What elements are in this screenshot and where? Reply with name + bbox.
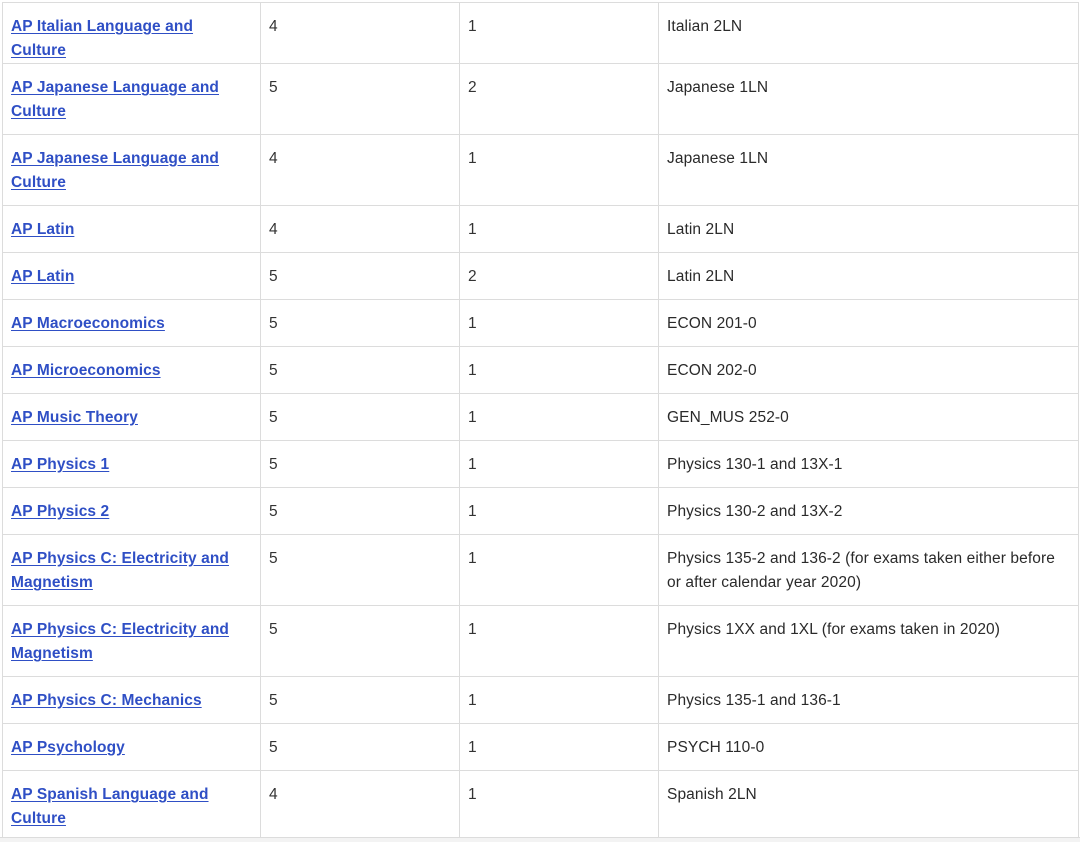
credits-cell: 2 bbox=[459, 63, 659, 135]
equivalent-cell: Japanese 1LN bbox=[658, 134, 1079, 206]
table-row: AP Japanese Language and Culture 4 1 Jap… bbox=[2, 134, 1079, 206]
table-bottom-edge bbox=[0, 837, 1080, 842]
score-cell: 4 bbox=[260, 2, 460, 64]
credits-cell: 1 bbox=[459, 770, 659, 842]
equivalent-cell: PSYCH 110-0 bbox=[658, 723, 1079, 771]
table-row: AP Psychology 5 1 PSYCH 110-0 bbox=[2, 723, 1079, 771]
credits-cell: 1 bbox=[459, 134, 659, 206]
exam-cell: AP Italian Language and Culture bbox=[2, 2, 261, 64]
equivalent-cell: GEN_MUS 252-0 bbox=[658, 393, 1079, 441]
exam-link[interactable]: AP Macroeconomics bbox=[11, 315, 165, 332]
exam-cell: AP Psychology bbox=[2, 723, 261, 771]
credits-cell: 1 bbox=[459, 346, 659, 394]
score-cell: 5 bbox=[260, 723, 460, 771]
table-row: AP Japanese Language and Culture 5 2 Jap… bbox=[2, 63, 1079, 135]
equivalent-cell: Physics 135-2 and 136-2 (for exams taken… bbox=[658, 534, 1079, 606]
exam-cell: AP Latin bbox=[2, 252, 261, 300]
credit-table-container: AP Italian Language and Culture 4 1 Ital… bbox=[2, 2, 1079, 842]
exam-cell: AP Macroeconomics bbox=[2, 299, 261, 347]
table-row: AP Italian Language and Culture 4 1 Ital… bbox=[2, 2, 1079, 64]
credits-cell: 1 bbox=[459, 534, 659, 606]
table-row: AP Spanish Language and Culture 4 1 Span… bbox=[2, 770, 1079, 842]
score-cell: 4 bbox=[260, 205, 460, 253]
equivalent-cell: Latin 2LN bbox=[658, 252, 1079, 300]
exam-cell: AP Music Theory bbox=[2, 393, 261, 441]
table-row: AP Microeconomics 5 1 ECON 202-0 bbox=[2, 346, 1079, 394]
exam-cell: AP Physics 1 bbox=[2, 440, 261, 488]
credits-cell: 1 bbox=[459, 676, 659, 724]
equivalent-cell: ECON 202-0 bbox=[658, 346, 1079, 394]
exam-cell: AP Physics C: Electricity and Magnetism bbox=[2, 534, 261, 606]
exam-link[interactable]: AP Physics 2 bbox=[11, 503, 109, 520]
exam-cell: AP Physics C: Mechanics bbox=[2, 676, 261, 724]
score-cell: 5 bbox=[260, 605, 460, 677]
credits-cell: 1 bbox=[459, 605, 659, 677]
exam-link[interactable]: AP Japanese Language and Culture bbox=[11, 150, 219, 191]
exam-link[interactable]: AP Italian Language and Culture bbox=[11, 18, 193, 59]
equivalent-cell: Spanish 2LN bbox=[658, 770, 1079, 842]
score-cell: 5 bbox=[260, 346, 460, 394]
equivalent-cell: Italian 2LN bbox=[658, 2, 1079, 64]
equivalent-cell: Latin 2LN bbox=[658, 205, 1079, 253]
score-cell: 4 bbox=[260, 770, 460, 842]
table-row: AP Physics C: Electricity and Magnetism … bbox=[2, 534, 1079, 606]
credits-cell: 1 bbox=[459, 299, 659, 347]
exam-cell: AP Japanese Language and Culture bbox=[2, 63, 261, 135]
table-row: AP Macroeconomics 5 1 ECON 201-0 bbox=[2, 299, 1079, 347]
exam-link[interactable]: AP Spanish Language and Culture bbox=[11, 786, 209, 827]
score-cell: 5 bbox=[260, 487, 460, 535]
table-row: AP Music Theory 5 1 GEN_MUS 252-0 bbox=[2, 393, 1079, 441]
exam-link[interactable]: AP Physics C: Electricity and Magnetism bbox=[11, 621, 229, 662]
exam-cell: AP Spanish Language and Culture bbox=[2, 770, 261, 842]
exam-link[interactable]: AP Latin bbox=[11, 268, 74, 285]
equivalent-cell: Physics 130-1 and 13X-1 bbox=[658, 440, 1079, 488]
credits-cell: 1 bbox=[459, 487, 659, 535]
table-row: AP Physics C: Electricity and Magnetism … bbox=[2, 605, 1079, 677]
exam-link[interactable]: AP Japanese Language and Culture bbox=[11, 79, 219, 120]
exam-link[interactable]: AP Psychology bbox=[11, 739, 125, 756]
exam-cell: AP Physics C: Electricity and Magnetism bbox=[2, 605, 261, 677]
score-cell: 5 bbox=[260, 676, 460, 724]
score-cell: 5 bbox=[260, 534, 460, 606]
equivalent-cell: Physics 1XX and 1XL (for exams taken in … bbox=[658, 605, 1079, 677]
equivalent-cell: Japanese 1LN bbox=[658, 63, 1079, 135]
equivalent-cell: ECON 201-0 bbox=[658, 299, 1079, 347]
table-row: AP Physics 2 5 1 Physics 130-2 and 13X-2 bbox=[2, 487, 1079, 535]
table-row: AP Physics C: Mechanics 5 1 Physics 135-… bbox=[2, 676, 1079, 724]
score-cell: 5 bbox=[260, 393, 460, 441]
score-cell: 4 bbox=[260, 134, 460, 206]
score-cell: 5 bbox=[260, 440, 460, 488]
ap-credit-table: AP Italian Language and Culture 4 1 Ital… bbox=[2, 2, 1079, 842]
score-cell: 5 bbox=[260, 299, 460, 347]
exam-link[interactable]: AP Latin bbox=[11, 221, 74, 238]
credits-cell: 1 bbox=[459, 393, 659, 441]
exam-cell: AP Latin bbox=[2, 205, 261, 253]
credits-cell: 1 bbox=[459, 440, 659, 488]
score-cell: 5 bbox=[260, 63, 460, 135]
table-row: AP Physics 1 5 1 Physics 130-1 and 13X-1 bbox=[2, 440, 1079, 488]
exam-cell: AP Microeconomics bbox=[2, 346, 261, 394]
equivalent-cell: Physics 135-1 and 136-1 bbox=[658, 676, 1079, 724]
equivalent-cell: Physics 130-2 and 13X-2 bbox=[658, 487, 1079, 535]
exam-link[interactable]: AP Physics C: Mechanics bbox=[11, 692, 202, 709]
exam-link[interactable]: AP Physics C: Electricity and Magnetism bbox=[11, 550, 229, 591]
credits-cell: 2 bbox=[459, 252, 659, 300]
exam-link[interactable]: AP Microeconomics bbox=[11, 362, 161, 379]
credits-cell: 1 bbox=[459, 205, 659, 253]
exam-cell: AP Japanese Language and Culture bbox=[2, 134, 261, 206]
exam-link[interactable]: AP Physics 1 bbox=[11, 456, 109, 473]
exam-link[interactable]: AP Music Theory bbox=[11, 409, 138, 426]
credits-cell: 1 bbox=[459, 723, 659, 771]
exam-cell: AP Physics 2 bbox=[2, 487, 261, 535]
score-cell: 5 bbox=[260, 252, 460, 300]
table-row: AP Latin 5 2 Latin 2LN bbox=[2, 252, 1079, 300]
credits-cell: 1 bbox=[459, 2, 659, 64]
table-row: AP Latin 4 1 Latin 2LN bbox=[2, 205, 1079, 253]
